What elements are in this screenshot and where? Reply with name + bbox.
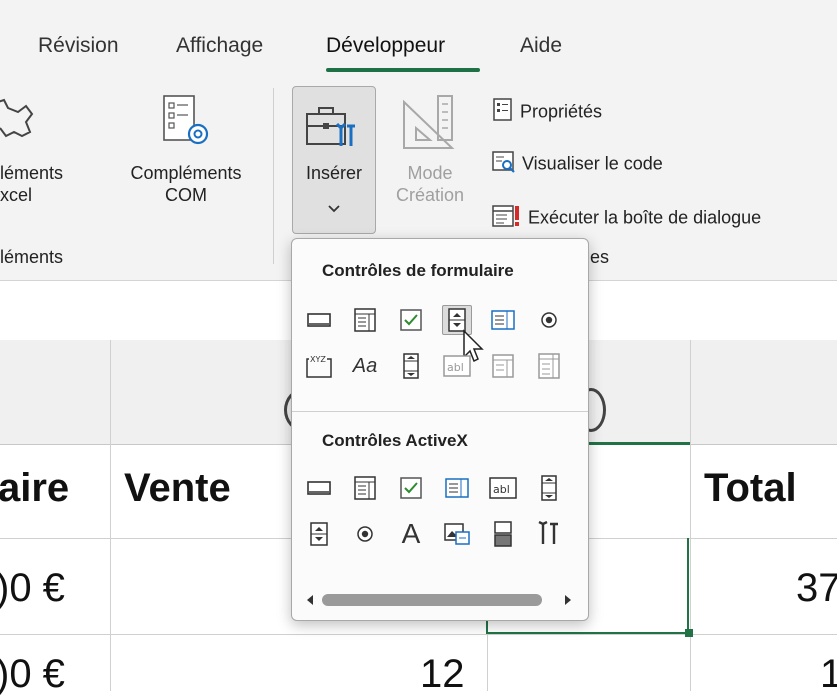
- combo-box-icon[interactable]: [350, 305, 380, 335]
- tab-revision[interactable]: Révision: [38, 34, 119, 58]
- label-icon[interactable]: Aa: [350, 351, 380, 381]
- more-controls-icon[interactable]: [534, 519, 564, 549]
- list-box-icon[interactable]: [488, 305, 518, 335]
- fill-handle[interactable]: [685, 629, 693, 637]
- scroll-left-arrow-icon[interactable]: [304, 593, 316, 607]
- toggle-button-icon[interactable]: [488, 519, 518, 549]
- check-box-icon[interactable]: [396, 305, 426, 335]
- gear-icon[interactable]: [0, 92, 40, 142]
- chevron-down-icon: [326, 202, 342, 214]
- cell-header-a[interactable]: aire: [0, 466, 69, 511]
- scroll-thumb[interactable]: [322, 594, 542, 606]
- cell-row2-a[interactable]: )0 €: [0, 652, 65, 697]
- tab-developpeur[interactable]: Développeur: [326, 34, 445, 58]
- grid-line: [690, 340, 691, 691]
- activex-controls-title: Contrôles ActiveX: [322, 431, 468, 450]
- image-icon[interactable]: [442, 519, 472, 549]
- svg-text:abl: abl: [447, 361, 464, 374]
- group-label-addins: léments: [0, 247, 64, 267]
- proprietes-label: Propriétés: [520, 101, 603, 122]
- proprietes-button[interactable]: Propriétés: [492, 98, 602, 127]
- cell-header-total[interactable]: Total: [704, 466, 797, 511]
- combo-box-icon[interactable]: [350, 473, 380, 503]
- cell-row2-b[interactable]: 12: [420, 652, 465, 697]
- button-icon[interactable]: [304, 473, 334, 503]
- button-icon[interactable]: [304, 305, 334, 335]
- label-icon[interactable]: A: [396, 518, 426, 549]
- executer-boite-label: Exécuter la boîte de dialogue: [528, 207, 762, 228]
- svg-text:XYZ: XYZ: [310, 355, 326, 364]
- cell-header-vente[interactable]: Vente: [124, 466, 231, 511]
- tab-affichage[interactable]: Affichage: [176, 34, 263, 58]
- cell-row1-total[interactable]: 37: [796, 566, 837, 611]
- visualiser-code-label: Visualiser le code: [522, 153, 663, 174]
- mode-creation-label[interactable]: Mode Création: [380, 162, 480, 206]
- cell-row1-a[interactable]: )0 €: [0, 566, 65, 611]
- visualiser-code-button[interactable]: Visualiser le code: [492, 150, 663, 179]
- active-tab-indicator: [326, 68, 480, 72]
- properties-icon: [492, 98, 514, 127]
- complements-excel-label[interactable]: léments xcel: [0, 162, 100, 206]
- com-addins-icon[interactable]: [160, 94, 212, 150]
- complements-com-label[interactable]: Compléments COM: [100, 162, 272, 206]
- run-dialog-icon: [492, 204, 522, 233]
- text-box-icon[interactable]: abl: [488, 473, 518, 503]
- ribbon-tabs-bar: Révision Affichage Développeur Aide: [0, 0, 837, 84]
- grid-line: [0, 634, 837, 635]
- dropdown-separator: [292, 411, 588, 412]
- toolbox-icon: [305, 100, 361, 150]
- scroll-bar-icon[interactable]: [534, 473, 564, 503]
- check-box-icon[interactable]: [396, 473, 426, 503]
- text-field-icon[interactable]: abl: [442, 351, 472, 381]
- option-button-icon[interactable]: [534, 305, 564, 335]
- group-box-icon[interactable]: XYZ: [304, 351, 334, 381]
- option-button-icon[interactable]: [350, 519, 380, 549]
- form-controls-title: Contrôles de formulaire: [322, 261, 514, 280]
- insert-controls-dropdown: Contrôles de formulaire XYZ Aa abl Contr…: [291, 238, 589, 621]
- group-label-controls: les: [586, 247, 610, 267]
- ribbon-separator: [273, 88, 274, 264]
- tab-aide[interactable]: Aide: [520, 34, 562, 58]
- executer-boite-button[interactable]: Exécuter la boîte de dialogue: [492, 204, 761, 233]
- svg-text:abl: abl: [493, 483, 510, 496]
- list-box-icon[interactable]: [442, 473, 472, 503]
- view-code-icon: [492, 150, 516, 179]
- combo-dropdown-edit-icon[interactable]: [534, 351, 564, 381]
- design-mode-icon: [400, 94, 456, 154]
- inserer-label: Insérer: [305, 163, 363, 183]
- spin-button-icon[interactable]: [304, 519, 334, 549]
- cell-row2-total[interactable]: 1: [820, 652, 837, 697]
- grid-line: [110, 340, 111, 691]
- combo-list-edit-icon[interactable]: [488, 351, 518, 381]
- scroll-bar-icon[interactable]: [396, 351, 426, 381]
- scroll-right-arrow-icon[interactable]: [562, 593, 574, 607]
